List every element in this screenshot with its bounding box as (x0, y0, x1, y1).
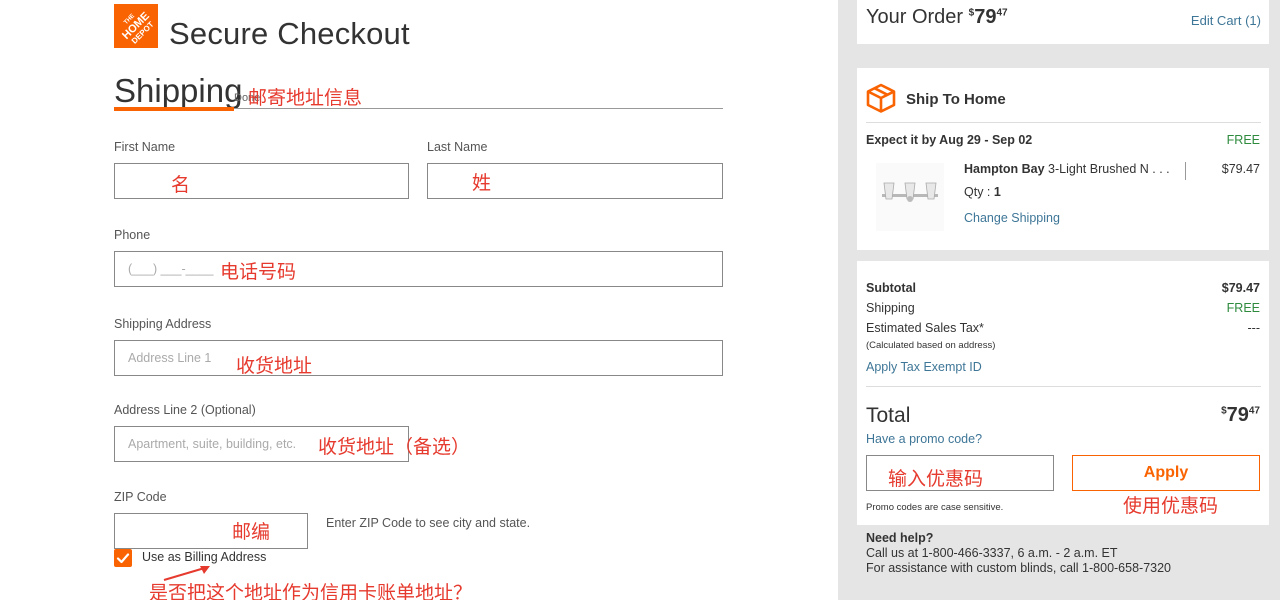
product-brand: Hampton Bay (964, 162, 1045, 176)
product-price: $79.47 (1221, 162, 1260, 176)
phone-field[interactable]: (___) ___-____ (114, 251, 723, 287)
zip-hint: Enter ZIP Code to see city and state. (326, 516, 531, 530)
product-title: 3-Light Brushed N . . . (1044, 162, 1170, 176)
divider (866, 122, 1261, 123)
total-cents: 47 (1248, 405, 1260, 417)
first-name-field[interactable] (114, 163, 409, 199)
product-name[interactable]: Hampton Bay 3-Light Brushed N . . . (964, 162, 1170, 176)
promo-code-link[interactable]: Have a promo code? (866, 432, 982, 446)
zip-label: ZIP Code (114, 490, 167, 504)
address-line1-placeholder: Address Line 1 (128, 351, 212, 365)
promo-input-annotation: 输入优惠码 (888, 468, 984, 490)
phone-placeholder: (___) ___-____ (128, 262, 214, 276)
apply-promo-button[interactable]: Apply (1072, 455, 1260, 491)
page-title: Secure Checkout (169, 16, 410, 51)
apply-annotation: 使用优惠码 (1123, 495, 1219, 517)
ship-to-home-title: Ship To Home (906, 91, 1006, 108)
ship-to-home-card: Ship To Home Expect it by Aug 29 - Sep 0… (857, 68, 1269, 250)
phone-label: Phone (114, 228, 151, 242)
order-sidebar: Your Order $7947 Edit Cart (1) Ship To H… (838, 0, 1280, 600)
edit-cart-link[interactable]: Edit Cart (1) (1191, 13, 1261, 28)
total-dollars: 79 (1226, 404, 1249, 426)
shipping-value: FREE (1226, 301, 1260, 315)
order-summary-card: Subtotal $79.47 Shipping FREE Estimated … (857, 261, 1269, 525)
check-icon (116, 553, 130, 564)
address-line1-annotation: 收货地址 (236, 355, 313, 377)
tax-label: Estimated Sales Tax* (866, 321, 984, 335)
shipping-free-badge: FREE (1226, 133, 1260, 147)
help-title-text: Need help? (866, 531, 934, 545)
zip-annotation: 邮编 (232, 521, 271, 543)
your-order-card: Your Order $7947 Edit Cart (1) (857, 0, 1269, 44)
last-name-annotation: 姓 (472, 172, 492, 194)
qty-label: Qty : (964, 185, 994, 199)
order-total-dollars: 79 (974, 6, 997, 28)
address-line1-field[interactable]: Address Line 1 (114, 340, 723, 376)
divider (866, 386, 1261, 387)
subtotal-row: Subtotal $79.47 (866, 281, 1260, 295)
subtotal-value: $79.47 (1221, 281, 1260, 295)
your-order-title: Your Order $7947 (866, 6, 1008, 29)
section-accent-bar (114, 107, 234, 111)
divider (1185, 162, 1186, 180)
total-label: Total (866, 404, 911, 427)
your-order-label: Your Order (866, 6, 964, 28)
address-line2-placeholder: Apartment, suite, building, etc. (128, 437, 297, 451)
qty-value: 1 (993, 185, 1001, 199)
billing-checkbox[interactable] (114, 549, 132, 567)
shipping-annotation: 邮寄地址信息 (248, 87, 363, 109)
address-line2-annotation: 收货地址（备选） (318, 436, 471, 458)
last-name-label: Last Name (427, 140, 488, 154)
order-total-cents: 47 (996, 7, 1008, 19)
tax-note: (Calculated based on address) (866, 340, 996, 351)
tax-exempt-link[interactable]: Apply Tax Exempt ID (866, 360, 982, 374)
zip-field[interactable] (114, 513, 308, 549)
shipping-label: Shipping (866, 301, 915, 315)
first-name-annotation: 名 (171, 174, 191, 196)
billing-annotation: 是否把这个地址作为信用卡账单地址？ (149, 582, 473, 600)
first-name-label: First Name (114, 140, 176, 154)
shipping-section-title: Shipping (114, 72, 243, 109)
delivery-estimate: Expect it by Aug 29 - Sep 02 (866, 133, 1033, 147)
home-depot-logo[interactable]: THE HOME DEPOT (114, 4, 158, 48)
total-value: $7947 (1221, 404, 1260, 427)
shipping-address-label: Shipping Address (114, 317, 212, 331)
tax-value: --- (1247, 321, 1261, 335)
help-title: Need help? (866, 531, 933, 545)
help-phone-line: Call us at 1-800-466-3337, 6 a.m. - 2 a.… (866, 546, 1118, 560)
product-image[interactable] (876, 163, 944, 231)
help-blinds-line: For assistance with custom blinds, call … (866, 561, 1172, 575)
box-icon (866, 83, 896, 113)
subtotal-label: Subtotal (866, 281, 916, 295)
address-line2-label: Address Line 2 (Optional) (114, 403, 256, 417)
promo-note: Promo codes are case sensitive. (866, 502, 1004, 513)
checkout-main: THE HOME DEPOT Secure Checkout Shipping … (0, 0, 838, 600)
change-shipping-link[interactable]: Change Shipping (964, 211, 1060, 225)
product-qty: Qty : 1 (964, 185, 1001, 199)
phone-annotation: 电话号码 (220, 261, 297, 283)
shipping-row: Shipping FREE (866, 301, 1260, 315)
tax-row: Estimated Sales Tax* --- (866, 321, 1260, 335)
